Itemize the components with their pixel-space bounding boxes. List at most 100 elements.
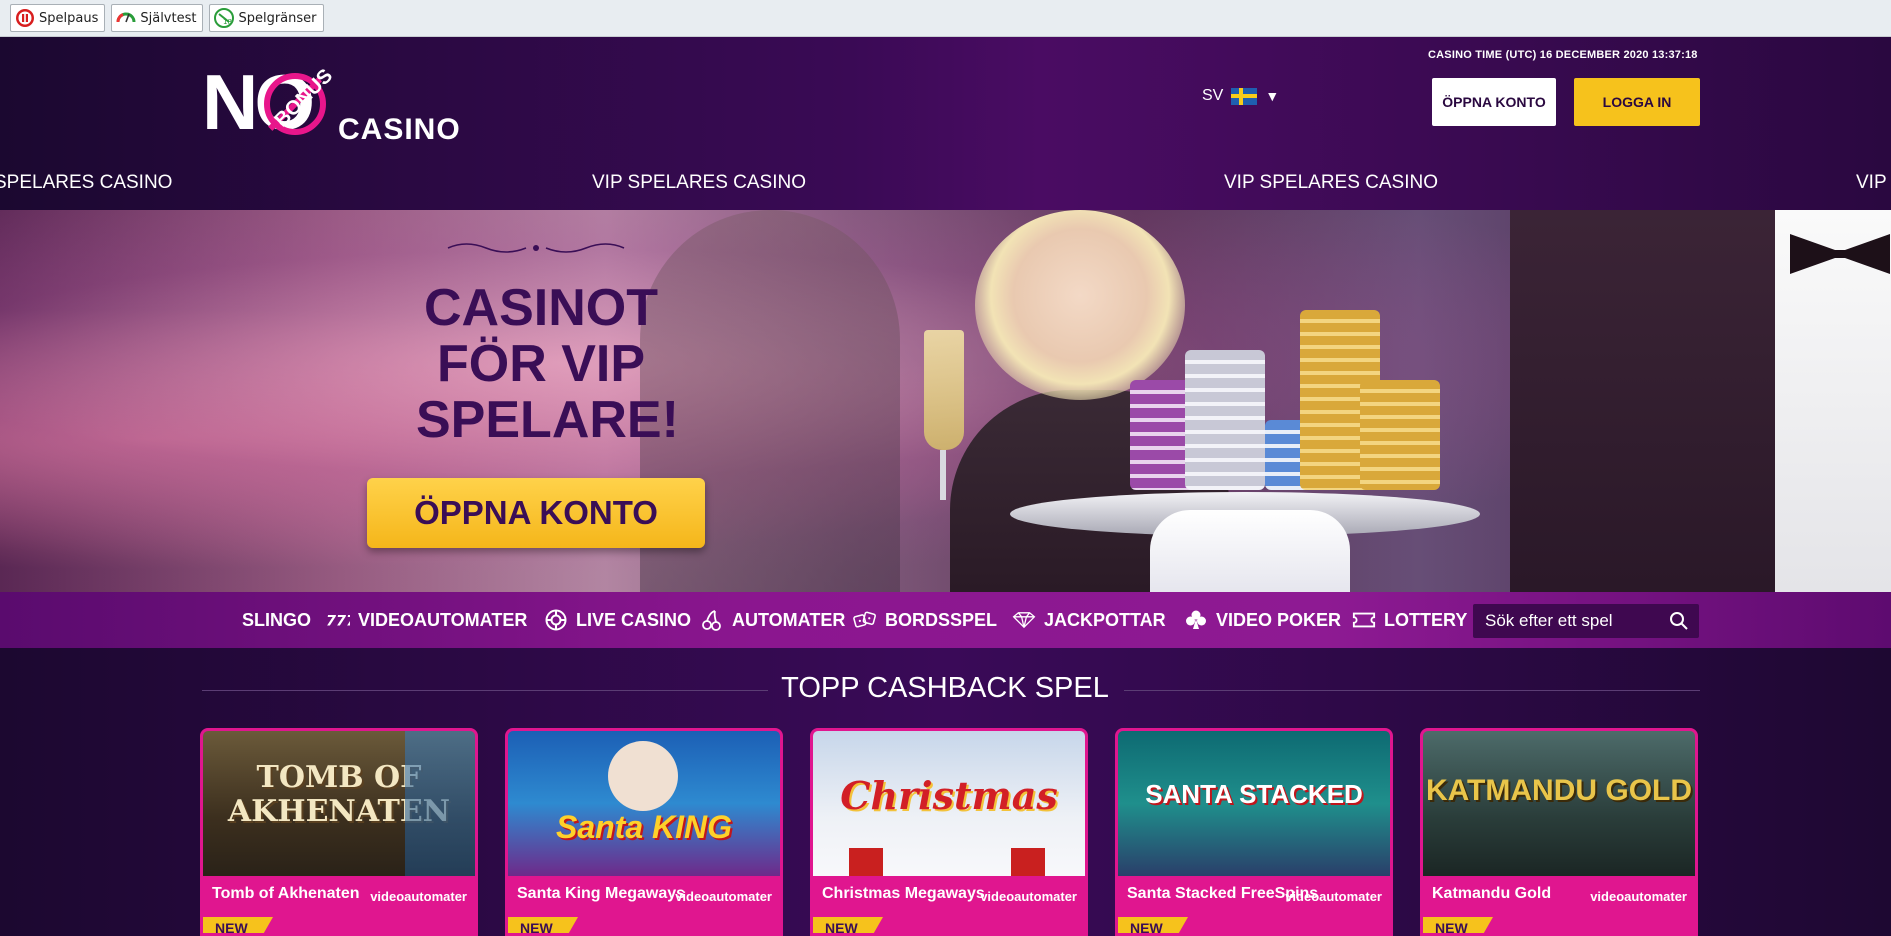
logo-casino-text: CASINO (338, 113, 461, 146)
section-divider-left (202, 690, 768, 691)
roulette-icon (544, 608, 568, 632)
language-code: SV (1202, 87, 1224, 104)
white-glove-image (1150, 510, 1350, 592)
game-card-santa-stacked-freespins[interactable]: SANTA STACKED Santa Stacked FreeSpins vi… (1115, 728, 1393, 936)
game-card-santa-king-megaways[interactable]: Santa KING Santa King Megaways videoauto… (505, 728, 783, 936)
nav-item-lottery[interactable]: LOTTERY (1352, 592, 1467, 648)
hero-title: CASINOT FÖR VIP SPELARE! (416, 279, 679, 449)
login-button[interactable]: LOGGA IN (1574, 78, 1700, 126)
nav-label: BORDSSPEL (885, 609, 998, 630)
game-card-katmandu-gold[interactable]: KATMANDU GOLD Katmandu Gold videoautomat… (1420, 728, 1698, 936)
new-badge: NEW (508, 917, 578, 933)
svg-text:18: 18 (223, 18, 232, 26)
nav-label: VIDEOAUTOMATER (358, 609, 528, 630)
open-account-button[interactable]: ÖPPNA KONTO (1432, 78, 1556, 126)
gift-box (1011, 848, 1045, 876)
top-cashback-section: TOPP CASHBACK SPEL TOMB OF AKHENATEN Tom… (0, 648, 1891, 936)
nav-label: JACKPOTTAR (1044, 609, 1166, 630)
section-divider-right (1124, 690, 1700, 691)
champagne-stem (940, 450, 946, 500)
sweden-flag-icon (1231, 87, 1258, 105)
sjalvtest-button[interactable]: Självtest (111, 4, 204, 32)
new-badge: NEW (1423, 917, 1493, 933)
nav-label: VIDEO POKER (1216, 609, 1342, 630)
hero-banner[interactable]: CASINOT FÖR VIP SPELARE! ÖPPNA KONTO (0, 210, 1891, 592)
ticker-item: VIP SPELARES CASINO (592, 172, 807, 193)
spelpaus-label: Spelpaus (39, 10, 99, 26)
nobonus-casino-logo[interactable]: NO BONUS CASINO (202, 55, 472, 146)
gift-box (849, 848, 883, 876)
ticker-item: SPELARES CASINO (0, 172, 173, 193)
casino-time: CASINO TIME (UTC) 16 DECEMBER 2020 13:37… (1428, 49, 1698, 61)
nav-item-videoautomater[interactable]: 777 VIDEOAUTOMATER (326, 592, 527, 648)
sjalvtest-label: Självtest (140, 10, 197, 26)
game-thumbnail: TOMB OF AKHENATEN (203, 731, 475, 876)
champagne-glass-image (924, 330, 964, 450)
pause-icon (15, 8, 35, 28)
game-category-nav: SLINGO 777 VIDEOAUTOMATER LIVE CASINO AU… (0, 592, 1891, 648)
game-name: Tomb of Akhenaten (212, 885, 360, 902)
game-category: videoautomater (1590, 889, 1687, 904)
hero-title-line: CASINOT (424, 279, 658, 337)
spelgranser-label: Spelgränser (238, 10, 317, 26)
nav-label: LOTTERY (1384, 609, 1468, 630)
nav-label: LIVE CASINO (576, 609, 692, 630)
club-icon (1184, 608, 1208, 632)
nav-item-automater[interactable]: AUTOMATER (700, 592, 845, 648)
ornament-flourish-icon (447, 243, 625, 253)
new-badge: NEW (1118, 917, 1188, 933)
casino-chips-image (1130, 290, 1440, 490)
game-logo-text: Christmas (840, 773, 1058, 818)
game-logo-text: KATMANDU GOLD (1425, 774, 1693, 807)
limits-icon: 18 (214, 8, 235, 28)
game-name: Katmandu Gold (1432, 885, 1552, 902)
search-icon[interactable] (1669, 611, 1689, 631)
pharaoh-figure (405, 731, 475, 876)
game-category: videoautomater (675, 889, 772, 904)
sevens-icon: 777 (326, 608, 350, 632)
spelgranser-button[interactable]: 18 Spelgränser (209, 4, 324, 32)
new-badge: NEW (203, 917, 273, 933)
dice-icon (853, 608, 877, 632)
nav-item-jackpottar[interactable]: JACKPOTTAR (1012, 592, 1166, 648)
ticker-item: VIP (1856, 172, 1887, 193)
santa-face (608, 741, 678, 811)
game-card-christmas-megaways[interactable]: Christmas Christmas Megaways videoautoma… (810, 728, 1088, 936)
nav-item-slingo[interactable]: SLINGO (242, 592, 311, 648)
nav-item-live-casino[interactable]: LIVE CASINO (544, 592, 691, 648)
game-search-input[interactable]: Sök efter ett spel (1473, 604, 1699, 638)
section-title: TOPP CASHBACK SPEL (781, 672, 1109, 704)
game-thumbnail: KATMANDU GOLD (1423, 731, 1695, 876)
game-thumbnail: Santa KING (508, 731, 780, 876)
search-placeholder: Sök efter ett spel (1485, 611, 1613, 630)
nav-label: AUTOMATER (732, 609, 846, 630)
game-logo-text: Santa KING (555, 809, 733, 845)
game-thumbnail: SANTA STACKED (1118, 731, 1390, 876)
nav-item-video-poker[interactable]: VIDEO POKER (1184, 592, 1341, 648)
game-thumbnail: Christmas (813, 731, 1085, 876)
game-category: videoautomater (1285, 889, 1382, 904)
game-name: Santa King Megaways (517, 885, 686, 902)
site-header: NO BONUS CASINO CASINO TIME (UTC) 16 DEC… (0, 37, 1891, 210)
game-card-tomb-of-akhenaten[interactable]: TOMB OF AKHENATEN Tomb of Akhenaten vide… (200, 728, 478, 936)
new-badge: NEW (813, 917, 883, 933)
ticker-item: VIP SPELARES CASINO (1224, 172, 1439, 193)
game-category: videoautomater (370, 889, 467, 904)
svg-text:777: 777 (326, 614, 350, 630)
diamond-icon (1012, 608, 1036, 632)
cherry-icon (700, 608, 724, 632)
gauge-icon (116, 8, 136, 28)
ticket-icon (1352, 608, 1376, 632)
spelpaus-button[interactable]: Spelpaus (10, 4, 106, 32)
hero-title-line: SPELARE! (416, 391, 679, 449)
game-logo-text: SANTA STACKED (1145, 779, 1363, 809)
language-selector[interactable]: SV ▼ (1202, 87, 1279, 105)
hero-title-line: FÖR VIP (436, 335, 646, 393)
nav-item-bordsspel[interactable]: BORDSSPEL (853, 592, 997, 648)
game-name: Christmas Megaways (822, 885, 985, 902)
ticker-banner: SPELARES CASINO VIP SPELARES CASINO VIP … (0, 172, 1891, 200)
game-category: videoautomater (980, 889, 1077, 904)
responsible-gaming-bar: Spelpaus Självtest 18 Spelgränser (0, 0, 1891, 37)
nav-label: SLINGO (242, 609, 312, 630)
hero-open-account-button[interactable]: ÖPPNA KONTO (367, 478, 705, 548)
